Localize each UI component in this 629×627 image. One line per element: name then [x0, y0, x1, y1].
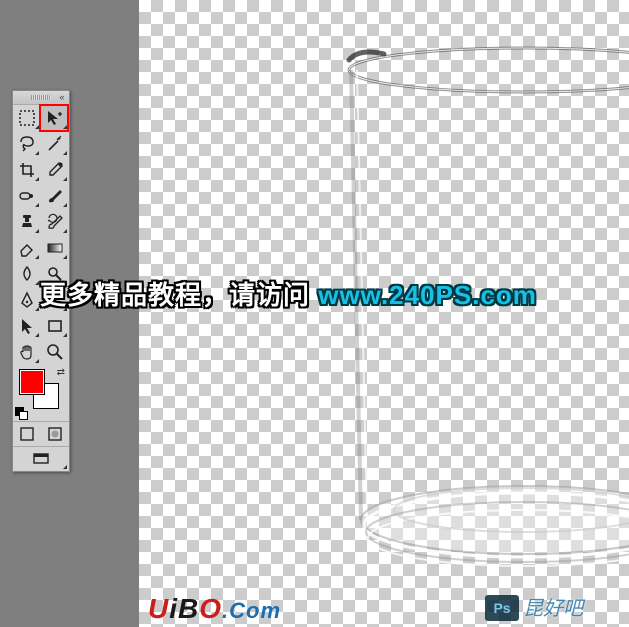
path-selection-tool[interactable] — [13, 313, 41, 339]
tool-flyout-icon — [63, 125, 67, 129]
tool-flyout-icon — [35, 151, 39, 155]
hand-tool[interactable] — [13, 339, 41, 365]
eraser-tool[interactable] — [13, 235, 41, 261]
tool-flyout-icon — [35, 255, 39, 259]
uibo-o: O — [199, 593, 222, 624]
clone-stamp-tool[interactable] — [13, 209, 41, 235]
tool-flyout-icon — [35, 125, 39, 129]
rectangle-shape-tool[interactable] — [41, 313, 69, 339]
uibo-watermark: UiBO.Com — [148, 593, 281, 625]
foreground-color-swatch[interactable] — [19, 369, 45, 395]
tool-flyout-icon — [35, 307, 39, 311]
uibo-b: B — [178, 593, 199, 624]
tool-flyout-icon — [35, 177, 39, 181]
uibo-i: i — [169, 593, 178, 624]
tools-panel-header[interactable]: « — [13, 91, 69, 105]
magic-wand-tool[interactable] — [41, 131, 69, 157]
cn-signature-watermark: 昆好吧 — [523, 592, 583, 621]
swap-colors-icon[interactable]: ⇄ — [57, 367, 65, 378]
crop-tool[interactable] — [13, 157, 41, 183]
tool-flyout-icon — [63, 229, 67, 233]
color-swatches: ⇄ — [13, 365, 69, 421]
brush-tool[interactable] — [41, 183, 69, 209]
tool-flyout-icon — [35, 229, 39, 233]
tool-flyout-icon — [35, 281, 39, 285]
blur-tool[interactable] — [13, 261, 41, 287]
default-colors-icon[interactable] — [15, 407, 27, 419]
rectangular-marquee-tool[interactable] — [13, 105, 41, 131]
panel-collapse-icon[interactable]: « — [57, 92, 67, 102]
screen-mode-button[interactable] — [13, 447, 69, 471]
tool-flyout-icon — [63, 333, 67, 337]
tool-flyout-icon — [63, 151, 67, 155]
standard-mode-button[interactable] — [13, 422, 41, 446]
tool-flyout-icon — [63, 203, 67, 207]
tool-flyout-icon — [35, 359, 39, 363]
overlay-promo-text: 更多精品教程，请访问 www.240PS.com — [40, 275, 537, 312]
pen-tool[interactable] — [13, 287, 41, 313]
lasso-tool[interactable] — [13, 131, 41, 157]
uibo-com: .Com — [222, 598, 281, 623]
zoom-tool[interactable] — [41, 339, 69, 365]
panel-grip-icon — [31, 95, 51, 100]
tool-flyout-icon — [63, 255, 67, 259]
eyedropper-tool[interactable] — [41, 157, 69, 183]
tool-flyout-icon — [63, 177, 67, 181]
history-brush-tool[interactable] — [41, 209, 69, 235]
quick-mask-mode-button[interactable] — [41, 422, 69, 446]
tool-flyout-icon — [35, 333, 39, 337]
uibo-u: U — [148, 593, 169, 624]
tool-flyout-icon — [63, 465, 67, 469]
overlay-cn-text: 更多精品教程，请访问 — [40, 280, 318, 310]
move-tool[interactable] — [41, 105, 69, 131]
tool-flyout-icon — [35, 203, 39, 207]
overlay-url-text: www.240PS.com — [318, 280, 537, 310]
document-canvas[interactable] — [139, 0, 629, 627]
ps-badge-watermark: Ps — [485, 595, 519, 621]
spot-healing-brush-tool[interactable] — [13, 183, 41, 209]
gradient-tool[interactable] — [41, 235, 69, 261]
